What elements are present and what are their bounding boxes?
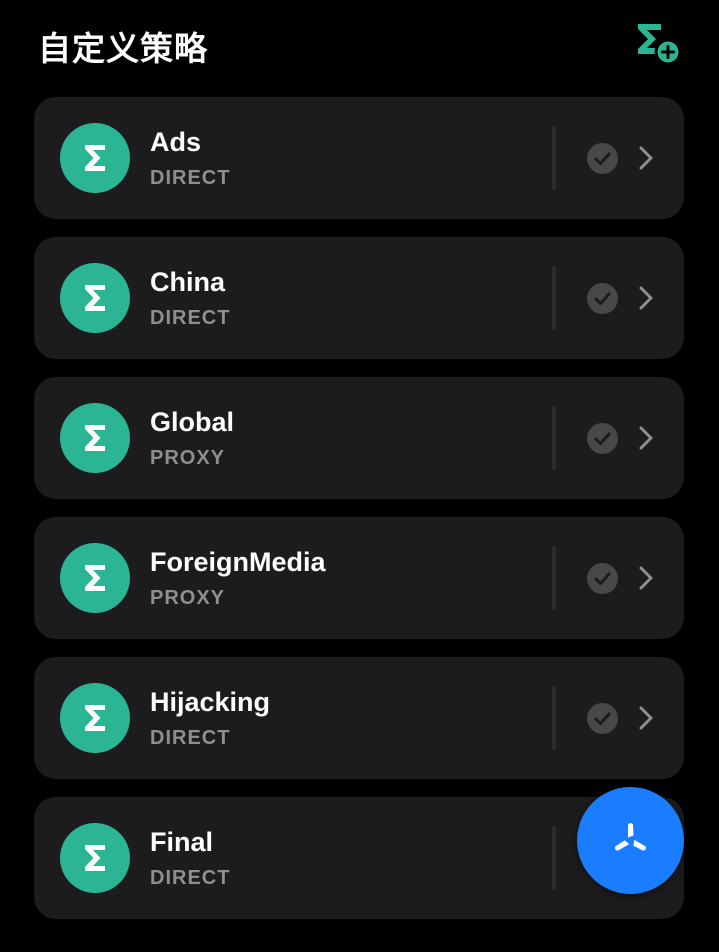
checkmark-icon[interactable]: [587, 283, 618, 314]
policy-name: Hijacking: [150, 687, 271, 717]
policy-value: DIRECT: [150, 167, 231, 189]
policy-value: DIRECT: [150, 307, 231, 329]
divider: [552, 546, 556, 610]
divider: [552, 686, 556, 750]
policy-card-ads[interactable]: Ads DIRECT: [34, 97, 684, 219]
page-title: 自定义策略: [38, 29, 208, 68]
checkmark-icon[interactable]: [587, 563, 618, 594]
policy-name: Global: [150, 407, 235, 437]
policy-card-foreignmedia[interactable]: ForeignMedia PROXY: [34, 517, 684, 639]
policy-name: China: [150, 267, 226, 297]
chevron-right-icon[interactable]: [638, 285, 654, 311]
checkmark-icon[interactable]: [587, 423, 618, 454]
policy-value: PROXY: [150, 587, 226, 609]
policy-icon-badge: [60, 823, 130, 893]
chevron-right-icon[interactable]: [638, 145, 654, 171]
header: 自定义策略: [0, 0, 719, 90]
divider: [552, 826, 556, 890]
sigma-plus-icon: [638, 24, 682, 66]
policy-icon-badge: [60, 403, 130, 473]
policy-icon-badge: [60, 543, 130, 613]
policy-value: PROXY: [150, 447, 226, 469]
policy-card-global[interactable]: Global PROXY: [34, 377, 684, 499]
sigma-icon: [85, 425, 105, 451]
divider: [552, 266, 556, 330]
policy-name: ForeignMedia: [150, 547, 326, 577]
chevron-right-icon[interactable]: [638, 705, 654, 731]
policy-icon-badge: [60, 263, 130, 333]
sigma-icon: [85, 285, 105, 311]
policy-value: DIRECT: [150, 867, 231, 889]
pinwheel-icon: [615, 823, 646, 851]
policy-card-hijacking[interactable]: Hijacking DIRECT: [34, 657, 684, 779]
floating-action-button[interactable]: [577, 787, 684, 894]
policy-icon-badge: [60, 683, 130, 753]
policy-name: Final: [150, 827, 214, 857]
policy-icon-badge: [60, 123, 130, 193]
chevron-right-icon[interactable]: [638, 565, 654, 591]
divider: [552, 126, 556, 190]
policy-name: Ads: [150, 127, 202, 157]
sigma-icon: [85, 705, 105, 731]
chevron-right-icon[interactable]: [638, 425, 654, 451]
checkmark-icon[interactable]: [587, 143, 618, 174]
policy-value: DIRECT: [150, 727, 231, 749]
sigma-icon: [85, 145, 105, 171]
policy-card-china[interactable]: China DIRECT: [34, 237, 684, 359]
sigma-icon: [85, 565, 105, 591]
checkmark-icon[interactable]: [587, 703, 618, 734]
divider: [552, 406, 556, 470]
sigma-icon: [85, 845, 105, 871]
add-policy-button[interactable]: [630, 18, 684, 68]
